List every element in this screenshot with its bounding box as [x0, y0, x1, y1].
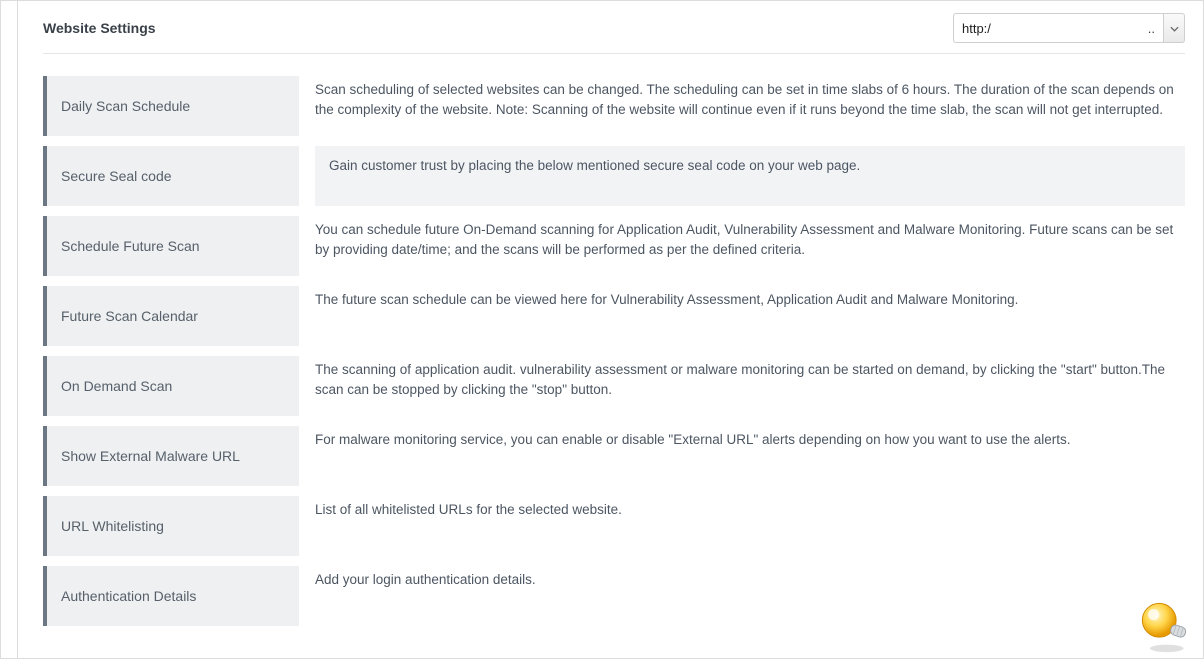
settings-row-daily-scan-schedule: Daily Scan Schedule Scan scheduling of se… — [43, 76, 1185, 136]
settings-header: Website Settings http:/ .. — [21, 1, 1203, 53]
settings-row-authentication-details: Authentication Details Add your login aut… — [43, 566, 1185, 626]
settings-row-secure-seal-code: Secure Seal code Gain customer trust by p… — [43, 146, 1185, 206]
settings-tab-authentication-details[interactable]: Authentication Details — [43, 566, 299, 626]
settings-tab-schedule-future-scan[interactable]: Schedule Future Scan — [43, 216, 299, 276]
website-select-dots: .. — [1148, 21, 1155, 36]
settings-desc-future-scan-calendar: The future scan schedule can be viewed h… — [315, 286, 1185, 310]
settings-row-on-demand-scan: On Demand Scan The scanning of applicatio… — [43, 356, 1185, 416]
website-select-dropdown-button[interactable] — [1163, 13, 1185, 43]
settings-desc-schedule-future-scan: You can schedule future On-Demand scanni… — [315, 216, 1185, 259]
website-select-prefix: http:/ — [962, 21, 991, 36]
settings-row-url-whitelisting: URL Whitelisting List of all whitelisted … — [43, 496, 1185, 556]
settings-desc-authentication-details: Add your login authentication details. — [315, 566, 1185, 590]
header-divider — [43, 53, 1185, 54]
settings-desc-on-demand-scan: The scanning of application audit. vulne… — [315, 356, 1185, 399]
settings-row-future-scan-calendar: Future Scan Calendar The future scan sche… — [43, 286, 1185, 346]
settings-desc-show-external-malware-url: For malware monitoring service, you can … — [315, 426, 1185, 450]
website-select[interactable]: http:/ .. — [953, 13, 1185, 43]
settings-row-show-external-malware-url: Show External Malware URL For malware mon… — [43, 426, 1185, 486]
settings-tab-future-scan-calendar[interactable]: Future Scan Calendar — [43, 286, 299, 346]
settings-tab-show-external-malware-url[interactable]: Show External Malware URL — [43, 426, 299, 486]
settings-tab-on-demand-scan[interactable]: On Demand Scan — [43, 356, 299, 416]
chevron-down-icon — [1170, 19, 1179, 37]
help-lightbulb-icon[interactable] — [1133, 594, 1193, 654]
settings-desc-secure-seal-code: Gain customer trust by placing the below… — [315, 146, 1185, 206]
website-select-value[interactable]: http:/ .. — [953, 13, 1163, 43]
settings-tab-daily-scan-schedule[interactable]: Daily Scan Schedule — [43, 76, 299, 136]
settings-page: Website Settings http:/ .. Daily Scan Sc… — [0, 0, 1204, 659]
settings-desc-daily-scan-schedule: Scan scheduling of selected websites can… — [315, 76, 1185, 119]
page-title: Website Settings — [43, 20, 156, 36]
settings-row-schedule-future-scan: Schedule Future Scan You can schedule fut… — [43, 216, 1185, 276]
settings-panel: Daily Scan Schedule Scan scheduling of se… — [21, 76, 1203, 626]
settings-tab-secure-seal-code[interactable]: Secure Seal code — [43, 146, 299, 206]
settings-tab-url-whitelisting[interactable]: URL Whitelisting — [43, 496, 299, 556]
settings-desc-url-whitelisting: List of all whitelisted URLs for the sel… — [315, 496, 1185, 520]
